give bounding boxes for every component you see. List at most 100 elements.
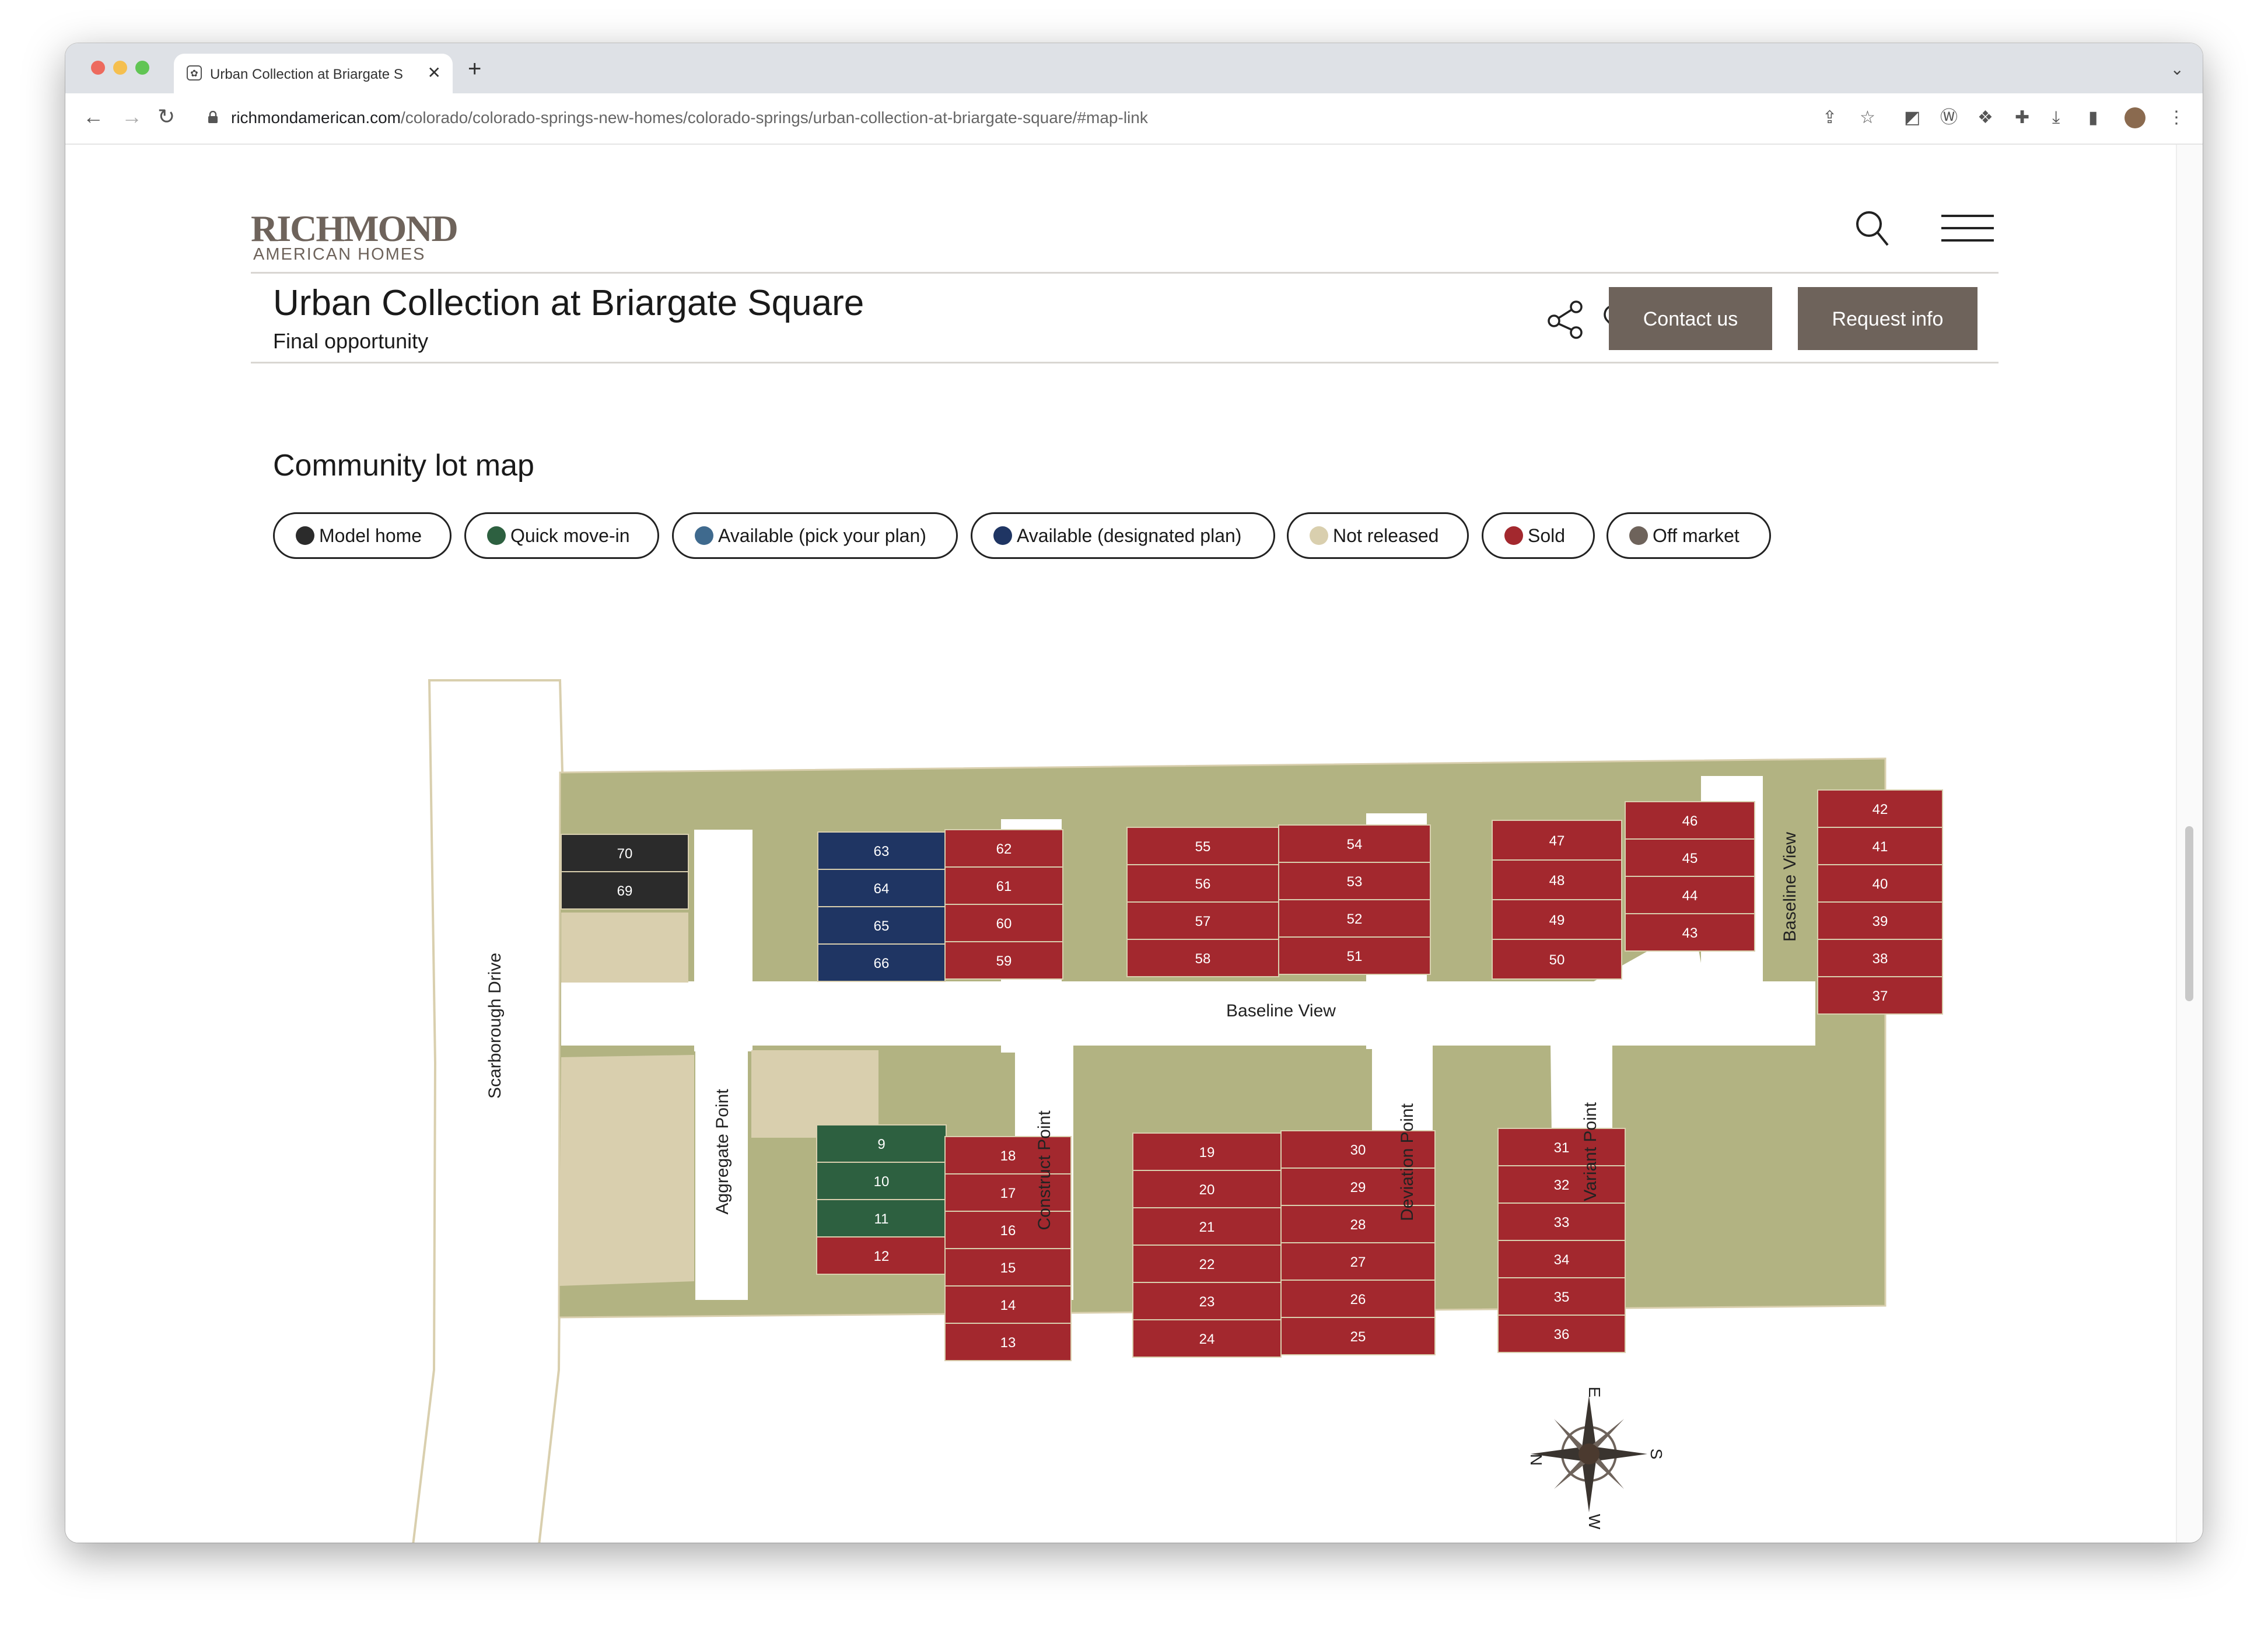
browser-tab[interactable]: ✿ Urban Collection at Briargate Square ✕ xyxy=(174,54,453,93)
web-page: RICHMOND AMERICAN HOMES Urban Collection… xyxy=(65,145,2177,1543)
scrollbar-thumb[interactable] xyxy=(2185,826,2193,1001)
favicon-icon: ✿ xyxy=(187,65,202,81)
close-window-button[interactable] xyxy=(91,61,105,75)
side-panel-icon[interactable]: ▮ xyxy=(2088,107,2098,128)
lot-number-label: 38 xyxy=(1873,951,1888,967)
lot-number-label: 18 xyxy=(1000,1148,1016,1164)
wordpress-extension-icon[interactable]: Ⓦ xyxy=(1940,107,1958,128)
lot-number-label: 19 xyxy=(1199,1145,1215,1160)
scarborough-drive-road xyxy=(412,679,564,1543)
lot-number-label: 64 xyxy=(874,881,890,897)
lot-number-label: 66 xyxy=(874,956,890,971)
street-label-baseline-view-spur: Baseline View xyxy=(1780,832,1800,942)
tab-title: Urban Collection at Briargate Square xyxy=(210,67,402,82)
street-label-aggregate-point: Aggregate Point xyxy=(713,1089,732,1215)
lot-number-label: 63 xyxy=(874,844,890,859)
browser-menu-icon[interactable]: ⋮ xyxy=(2168,107,2185,128)
compass-e: E xyxy=(1586,1387,1604,1398)
lot-number-label: 35 xyxy=(1554,1289,1570,1305)
lot-number-label: 49 xyxy=(1549,913,1565,928)
lot-number-label: 31 xyxy=(1554,1140,1570,1156)
minimize-window-button[interactable] xyxy=(113,61,127,75)
lot-number-label: 20 xyxy=(1199,1182,1215,1198)
bookmark-star-icon[interactable]: ☆ xyxy=(1860,107,1875,128)
street-label-variant-point: Variant Point xyxy=(1581,1102,1600,1201)
lot-number-label: 15 xyxy=(1000,1260,1016,1276)
lot-number-label: 34 xyxy=(1554,1252,1570,1268)
lot-number-label: 62 xyxy=(996,841,1012,857)
lot-number-label: 33 xyxy=(1554,1215,1570,1231)
street-stub-top-1 xyxy=(694,830,752,1051)
lot-number-label: 61 xyxy=(996,879,1012,894)
forward-arrow-icon[interactable]: → xyxy=(121,105,142,128)
lock-icon[interactable] xyxy=(208,111,218,124)
lot-number-label: 37 xyxy=(1873,988,1888,1004)
lot-number-label: 13 xyxy=(1000,1335,1016,1351)
lot-number-label: 21 xyxy=(1199,1219,1215,1235)
lot-number-label: 39 xyxy=(1873,914,1888,929)
lot-number-label: 24 xyxy=(1199,1331,1215,1347)
lot-number-label: 51 xyxy=(1347,949,1363,964)
extension-icon[interactable]: ◩ xyxy=(1904,107,1920,128)
street-label-deviation-point: Deviation Point xyxy=(1398,1103,1417,1221)
tab-close-icon[interactable]: ✕ xyxy=(428,63,441,82)
not-released-lot-a[interactable] xyxy=(561,913,688,983)
lot-number-label: 69 xyxy=(617,883,633,899)
not-released-lot-b[interactable] xyxy=(559,1055,694,1286)
lot-number-label: 43 xyxy=(1682,925,1698,941)
reload-icon[interactable]: ↻ xyxy=(158,105,175,128)
zoom-window-button[interactable] xyxy=(135,61,149,75)
lot-number-label: 9 xyxy=(877,1137,885,1152)
lot-number-label: 58 xyxy=(1195,951,1211,967)
lot-number-label: 17 xyxy=(1000,1186,1016,1201)
tab-search-chevron-icon[interactable]: ⌄ xyxy=(2171,60,2184,79)
lot-number-label: 29 xyxy=(1350,1180,1366,1195)
compass-n: N xyxy=(1527,1454,1545,1466)
page-scrollbar[interactable] xyxy=(2176,145,2203,1543)
compass-rose-icon: N E S W xyxy=(1527,1387,1665,1530)
lot-number-label: 26 xyxy=(1350,1292,1366,1308)
url-path: /colorado/colorado-springs-new-homes/col… xyxy=(401,109,1148,127)
lot-number-label: 48 xyxy=(1549,873,1565,889)
street-label-scarborough-drive: Scarborough Drive xyxy=(485,953,505,1099)
street-label-baseline-view: Baseline View xyxy=(1226,1001,1336,1020)
street-label-construct-point: Construct Point xyxy=(1035,1110,1054,1231)
lot-number-label: 25 xyxy=(1350,1329,1366,1345)
lot-number-label: 12 xyxy=(874,1249,890,1264)
community-lot-map: 70 69 63 64 65 66 62 61 60 59 55 56 57 58 54 53 52 51 47 48… xyxy=(412,679,1943,1543)
url-domain: richmondamerican.com xyxy=(231,109,401,127)
lot-number-label: 60 xyxy=(996,916,1012,932)
profile-avatar[interactable] xyxy=(2124,107,2146,128)
lot-number-label: 36 xyxy=(1554,1327,1570,1343)
lot-number-label: 10 xyxy=(874,1174,890,1190)
lot-number-label: 47 xyxy=(1549,833,1565,849)
lot-number-label: 53 xyxy=(1347,874,1363,890)
lot-number-label: 55 xyxy=(1195,839,1211,855)
download-icon[interactable]: ⤓ xyxy=(2052,107,2060,128)
lot-number-label: 44 xyxy=(1682,888,1698,904)
lot-number-label: 52 xyxy=(1347,911,1363,927)
lot-number-label: 16 xyxy=(1000,1223,1016,1239)
compass-s: S xyxy=(1647,1449,1665,1460)
lot-number-label: 50 xyxy=(1549,952,1565,968)
lot-number-label: 65 xyxy=(874,918,890,934)
lot-number-label: 28 xyxy=(1350,1217,1366,1233)
lot-number-label: 32 xyxy=(1554,1177,1570,1193)
new-tab-icon[interactable]: + xyxy=(468,57,481,81)
back-arrow-icon[interactable]: ← xyxy=(83,105,104,128)
lot-number-label: 27 xyxy=(1350,1254,1366,1270)
layers-extension-icon[interactable]: ❖ xyxy=(1978,107,1993,128)
tab-bar: ✿ Urban Collection at Briargate Square ✕… xyxy=(65,43,2203,93)
lot-number-label: 22 xyxy=(1199,1257,1215,1273)
lot-number-label: 45 xyxy=(1682,851,1698,866)
puzzle-extensions-icon[interactable]: ✚ xyxy=(2015,107,2029,128)
compass-w: W xyxy=(1586,1514,1604,1530)
lot-number-label: 14 xyxy=(1000,1298,1016,1313)
lot-number-label: 41 xyxy=(1873,839,1888,855)
lot-number-label: 42 xyxy=(1873,802,1888,817)
lot-number-label: 59 xyxy=(996,953,1012,969)
address-bar[interactable]: richmondamerican.com/colorado/colorado-s… xyxy=(231,109,1148,127)
lot-number-label: 11 xyxy=(874,1211,889,1227)
share-page-icon[interactable]: ⇪ xyxy=(1822,107,1837,128)
lot-number-label: 23 xyxy=(1199,1294,1215,1310)
